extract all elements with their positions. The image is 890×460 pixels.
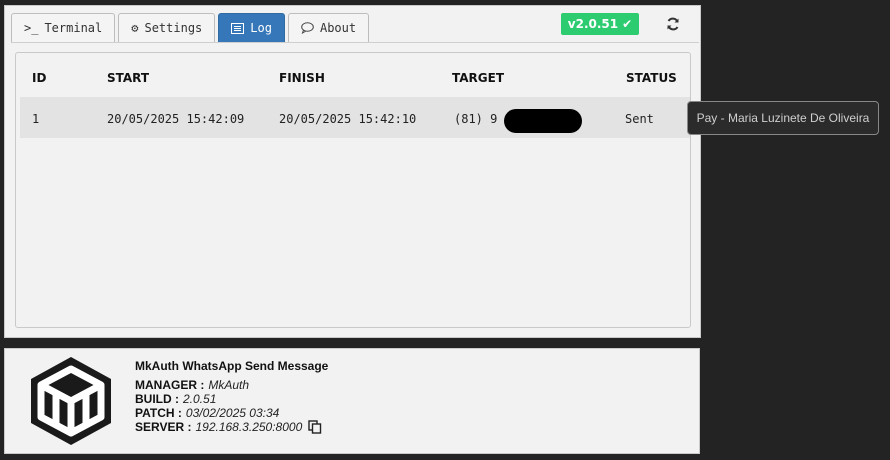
build-value: 2.0.51	[183, 392, 217, 406]
table-header: ID START FINISH TARGET STATUS	[16, 53, 690, 99]
about-panel: MkAuth WhatsApp Send Message MANAGER : M…	[4, 348, 700, 454]
header-id: ID	[32, 71, 47, 85]
manager-value: MkAuth	[208, 378, 250, 392]
redaction-mark	[504, 109, 582, 133]
patch-label: PATCH :	[135, 406, 182, 420]
build-label: BUILD :	[135, 392, 179, 406]
copy-icon[interactable]	[308, 420, 322, 434]
mkauth-logo	[27, 355, 115, 447]
header-target: TARGET	[452, 71, 505, 85]
server-label: SERVER :	[135, 420, 192, 434]
patch-value: 03/02/2025 03:34	[185, 406, 280, 420]
version-label: v2.0.51	[567, 17, 619, 31]
terminal-icon: >_	[24, 21, 39, 35]
gears-icon: ⚙	[131, 21, 139, 35]
tab-divider	[11, 42, 699, 43]
app-title: MkAuth WhatsApp Send Message	[135, 359, 329, 373]
check-icon: ✔	[622, 17, 633, 31]
tab-label: Log	[250, 21, 272, 35]
tab-label: Settings	[144, 21, 203, 35]
header-start: START	[107, 71, 150, 85]
cell-status[interactable]: Sent	[625, 112, 654, 126]
main-panel: >_ Terminal ⚙ Settings Log About v2.0.51…	[4, 5, 701, 338]
list-icon	[231, 22, 245, 34]
cell-target: (81) 9	[454, 112, 498, 126]
tab-log[interactable]: Log	[218, 13, 285, 42]
server-value: 192.168.3.250:8000	[195, 420, 303, 434]
table-row[interactable]: 1 20/05/2025 15:42:09 20/05/2025 15:42:1…	[20, 97, 690, 138]
version-badge: v2.0.51 ✔	[561, 13, 639, 35]
status-tooltip: Pay - Maria Luzinete De Oliveira	[687, 101, 879, 135]
comment-icon	[301, 22, 314, 34]
log-table: ID START FINISH TARGET STATUS 1 20/05/20…	[15, 52, 691, 328]
tab-settings[interactable]: ⚙ Settings	[118, 13, 216, 42]
cell-id: 1	[32, 112, 40, 126]
server-line: SERVER : 192.168.3.250:8000	[135, 420, 328, 434]
tab-about[interactable]: About	[287, 13, 370, 42]
header-status: STATUS	[626, 71, 677, 85]
tab-label: Terminal	[44, 21, 103, 35]
build-line: BUILD : 2.0.51	[135, 392, 328, 406]
patch-line: PATCH : 03/02/2025 03:34	[135, 406, 328, 420]
manager-line: MANAGER : MkAuth	[135, 378, 328, 392]
manager-label: MANAGER :	[135, 378, 205, 392]
refresh-icon[interactable]	[665, 16, 681, 32]
tab-terminal[interactable]: >_ Terminal	[11, 13, 116, 42]
tab-label: About	[319, 21, 357, 35]
tab-bar: >_ Terminal ⚙ Settings Log About	[11, 13, 370, 42]
about-info: MkAuth WhatsApp Send Message MANAGER : M…	[135, 359, 328, 434]
cell-finish: 20/05/2025 15:42:10	[279, 112, 417, 126]
cell-start: 20/05/2025 15:42:09	[107, 112, 245, 126]
header-finish: FINISH	[279, 71, 325, 85]
